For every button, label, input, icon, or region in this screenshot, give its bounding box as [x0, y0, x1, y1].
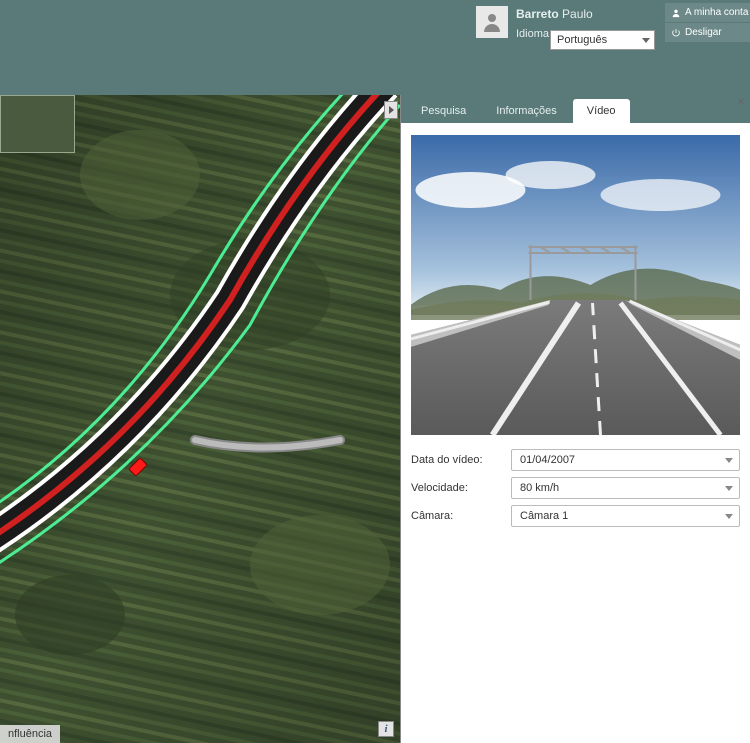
my-account-label: A minha conta [685, 7, 748, 18]
right-panel: × Pesquisa Informações Vídeo [400, 95, 750, 743]
video-date-select[interactable]: 01/04/2007 [511, 449, 740, 471]
video-camera-label: Câmara: [411, 510, 511, 522]
app-header: Barreto Paulo Idioma: Português A minha … [0, 0, 750, 95]
tab-informacoes[interactable]: Informações [482, 99, 571, 123]
chevron-down-icon [642, 38, 650, 43]
map-overview-inset[interactable] [0, 95, 75, 153]
chevron-down-icon [725, 486, 733, 491]
close-icon[interactable]: × [734, 95, 748, 109]
language-select[interactable]: Português [550, 30, 655, 50]
chevron-down-icon [725, 514, 733, 519]
video-date-value: 01/04/2007 [520, 454, 575, 466]
language-label: Idioma: [516, 26, 552, 42]
video-area [401, 123, 750, 443]
video-date-label: Data do vídeo: [411, 454, 511, 466]
video-frame [411, 135, 740, 435]
chevron-down-icon [725, 458, 733, 463]
map-info-button[interactable]: i [378, 721, 394, 737]
map-pane[interactable]: i nfluência [0, 95, 400, 743]
map-collapse-button[interactable] [384, 101, 398, 119]
video-speed-select[interactable]: 80 km/h [511, 477, 740, 499]
form-row-speed: Velocidade: 80 km/h [411, 477, 740, 499]
tab-video[interactable]: Vídeo [573, 99, 630, 123]
video-speed-label: Velocidade: [411, 482, 511, 494]
user-lastname: Barreto [516, 7, 559, 21]
form-row-date: Data do vídeo: 01/04/2007 [411, 449, 740, 471]
power-icon [671, 28, 681, 38]
form-row-camera: Câmara: Câmara 1 [411, 505, 740, 527]
tab-pesquisa[interactable]: Pesquisa [407, 99, 480, 123]
video-camera-select[interactable]: Câmara 1 [511, 505, 740, 527]
video-speed-value: 80 km/h [520, 482, 559, 494]
my-account-button[interactable]: A minha conta [665, 3, 750, 23]
account-buttons: A minha conta Desligar [665, 3, 750, 43]
logout-button[interactable]: Desligar [665, 23, 750, 43]
map-bottom-tab[interactable]: nfluência [0, 725, 60, 743]
person-icon [671, 8, 681, 18]
avatar [476, 6, 508, 38]
user-firstname: Paulo [562, 7, 593, 21]
road-video-still [411, 135, 740, 435]
main-split: i nfluência × Pesquisa Informações Vídeo [0, 95, 750, 743]
video-form: Data do vídeo: 01/04/2007 Velocidade: 80… [401, 443, 750, 533]
video-camera-value: Câmara 1 [520, 510, 568, 522]
language-value: Português [557, 34, 607, 46]
logout-label: Desligar [685, 27, 722, 38]
satellite-map [0, 95, 400, 743]
person-icon [480, 10, 504, 34]
tab-bar: Pesquisa Informações Vídeo [401, 95, 750, 123]
